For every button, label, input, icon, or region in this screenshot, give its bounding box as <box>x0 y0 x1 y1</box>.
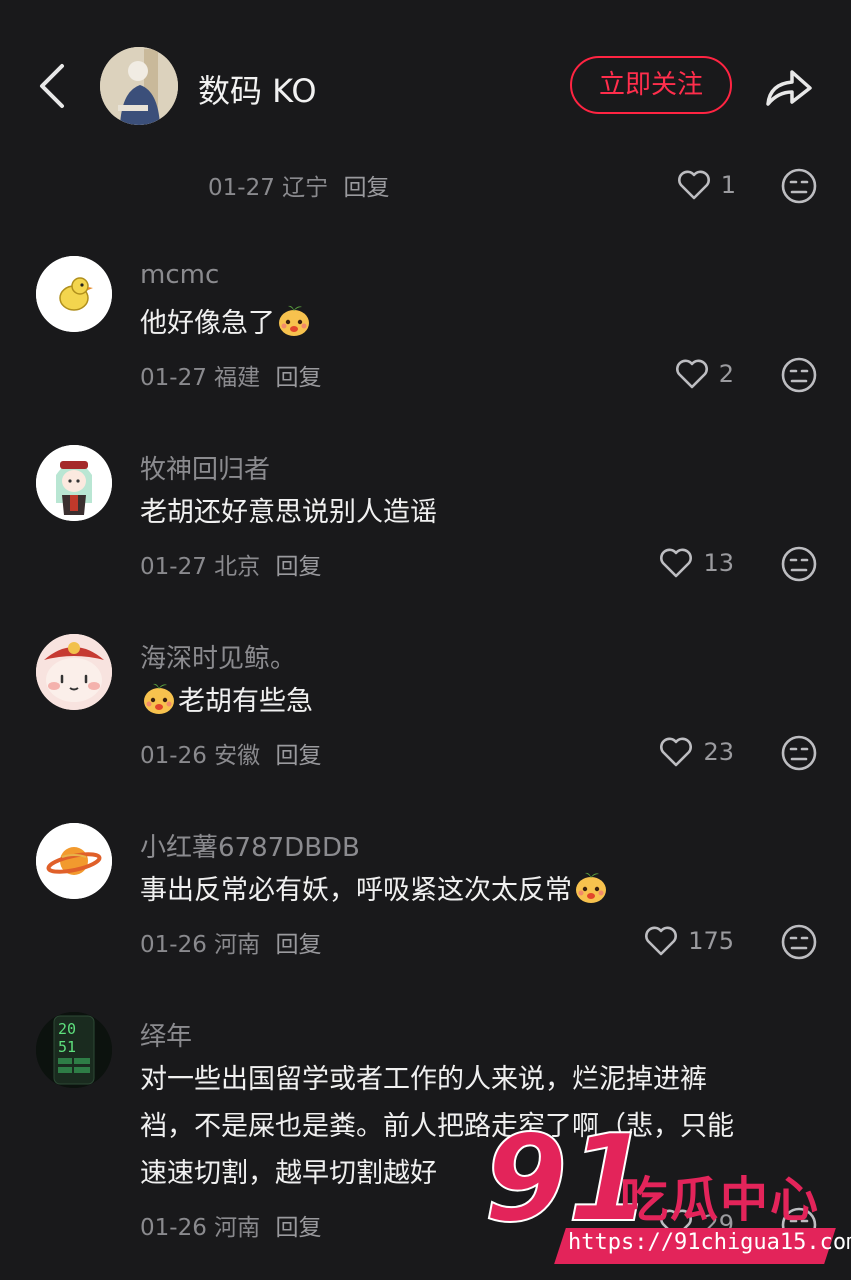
like-button[interactable]: 23 <box>659 737 734 767</box>
comment-meta: 01-27 辽宁 回复 <box>208 168 389 202</box>
like-button[interactable]: 2 <box>675 359 734 389</box>
comment-location: 河南 <box>214 1215 261 1241</box>
watch-minute: 51 <box>58 1038 76 1056</box>
comment-text: 他好像急了 <box>140 300 800 347</box>
reply-button[interactable]: 回复 <box>275 365 321 391</box>
like-count: 175 <box>688 927 734 955</box>
heart-icon <box>645 926 678 956</box>
comment-username[interactable]: 海深时见鲸。 <box>140 638 296 675</box>
comment-meta: 01-26 河南 回复 <box>140 925 321 959</box>
comment-meta: 01-27 北京 回复 <box>140 547 321 581</box>
comment-text-line: 对一些出国留学或者工作的人来说，烂泥掉进裤 <box>140 1064 707 1095</box>
comment-text: 老胡还好意思说别人造谣 <box>140 489 800 536</box>
comment-date: 01-26 <box>140 743 207 769</box>
comment-text-content: 他好像急了 <box>140 308 275 339</box>
author-avatar-image <box>100 47 178 125</box>
comment-username[interactable]: 小红薯6787DBDB <box>140 827 360 864</box>
chick-avatar-image <box>36 256 112 332</box>
like-count: 2 <box>718 360 734 388</box>
heart-icon <box>675 359 708 389</box>
comment-location: 安徽 <box>214 743 261 769</box>
reply-button[interactable]: 回复 <box>275 1215 321 1241</box>
comment-text-content: 事出反常必有妖，呼吸紧这次太反常 <box>140 875 572 906</box>
comment-text-content: 老胡有些急 <box>178 686 313 717</box>
reply-button[interactable]: 回复 <box>275 932 321 958</box>
comment-text: 事出反常必有妖，呼吸紧这次太反常 <box>140 867 800 914</box>
dislike-face-icon[interactable] <box>780 734 818 772</box>
share-button[interactable] <box>762 62 816 110</box>
user-avatar[interactable] <box>36 634 112 710</box>
like-count: 13 <box>703 549 734 577</box>
planet-avatar-image <box>36 823 112 899</box>
comment-date: 01-26 <box>140 1215 207 1241</box>
comment-location: 福建 <box>214 365 261 391</box>
comment-meta: 01-27 福建 回复 <box>140 358 321 392</box>
comment-username[interactable]: 牧神回归者 <box>140 449 270 486</box>
user-avatar[interactable]: 20 51 <box>36 1012 112 1088</box>
user-avatar[interactable] <box>36 823 112 899</box>
like-count: 23 <box>703 738 734 766</box>
anime-girl-avatar-image <box>36 445 112 521</box>
heart-icon <box>660 548 693 578</box>
reply-button[interactable]: 回复 <box>275 554 321 580</box>
dislike-face-icon[interactable] <box>780 923 818 961</box>
smartwatch-avatar-image: 20 51 <box>36 1012 112 1088</box>
watch-hour: 20 <box>58 1020 76 1038</box>
author-avatar[interactable] <box>100 47 178 125</box>
author-name[interactable]: 数码 KO <box>198 66 317 112</box>
comment-meta: 01-26 河南 回复 <box>140 1208 321 1242</box>
comment-username[interactable]: 绎年 <box>140 1016 192 1053</box>
comment-text: 老胡有些急 <box>140 678 800 725</box>
emoji-face-icon <box>279 305 309 336</box>
comment-date: 01-27 <box>208 175 275 201</box>
user-avatar[interactable] <box>36 256 112 332</box>
like-button[interactable]: 1 <box>677 170 736 200</box>
emoji-face-icon <box>144 683 174 714</box>
comment-text-content: 老胡还好意思说别人造谣 <box>140 497 437 528</box>
comment-date: 01-27 <box>140 365 207 391</box>
back-button[interactable] <box>30 60 74 112</box>
like-button[interactable]: 175 <box>644 926 734 956</box>
heart-icon <box>677 170 710 200</box>
user-avatar[interactable] <box>36 445 112 521</box>
heart-icon <box>660 737 693 767</box>
dislike-face-icon[interactable] <box>780 545 818 583</box>
watermark-name: 吃瓜中心 <box>620 1172 821 1228</box>
comment-date: 01-26 <box>140 932 207 958</box>
comment-username[interactable]: mcmc <box>140 260 219 290</box>
watermark-url: https://91chigua15.com <box>568 1230 851 1255</box>
reply-button[interactable]: 回复 <box>275 743 321 769</box>
like-button[interactable]: 13 <box>659 548 734 578</box>
comment-meta: 01-26 安徽 回复 <box>140 736 321 770</box>
dislike-face-icon[interactable] <box>780 356 818 394</box>
back-chevron-icon <box>40 64 64 108</box>
top-bar: 数码 KO 立即关注 <box>0 0 851 170</box>
cute-face-avatar-image <box>36 634 112 710</box>
comment-location: 北京 <box>214 554 261 580</box>
share-icon <box>766 70 812 106</box>
follow-button[interactable]: 立即关注 <box>570 56 732 114</box>
like-count: 1 <box>720 171 736 199</box>
reply-button[interactable]: 回复 <box>343 175 389 201</box>
comment-date: 01-27 <box>140 554 207 580</box>
emoji-face-icon <box>576 872 606 903</box>
dislike-face-icon[interactable] <box>780 167 818 205</box>
comment-location: 河南 <box>214 932 261 958</box>
comment-location: 辽宁 <box>282 175 329 201</box>
